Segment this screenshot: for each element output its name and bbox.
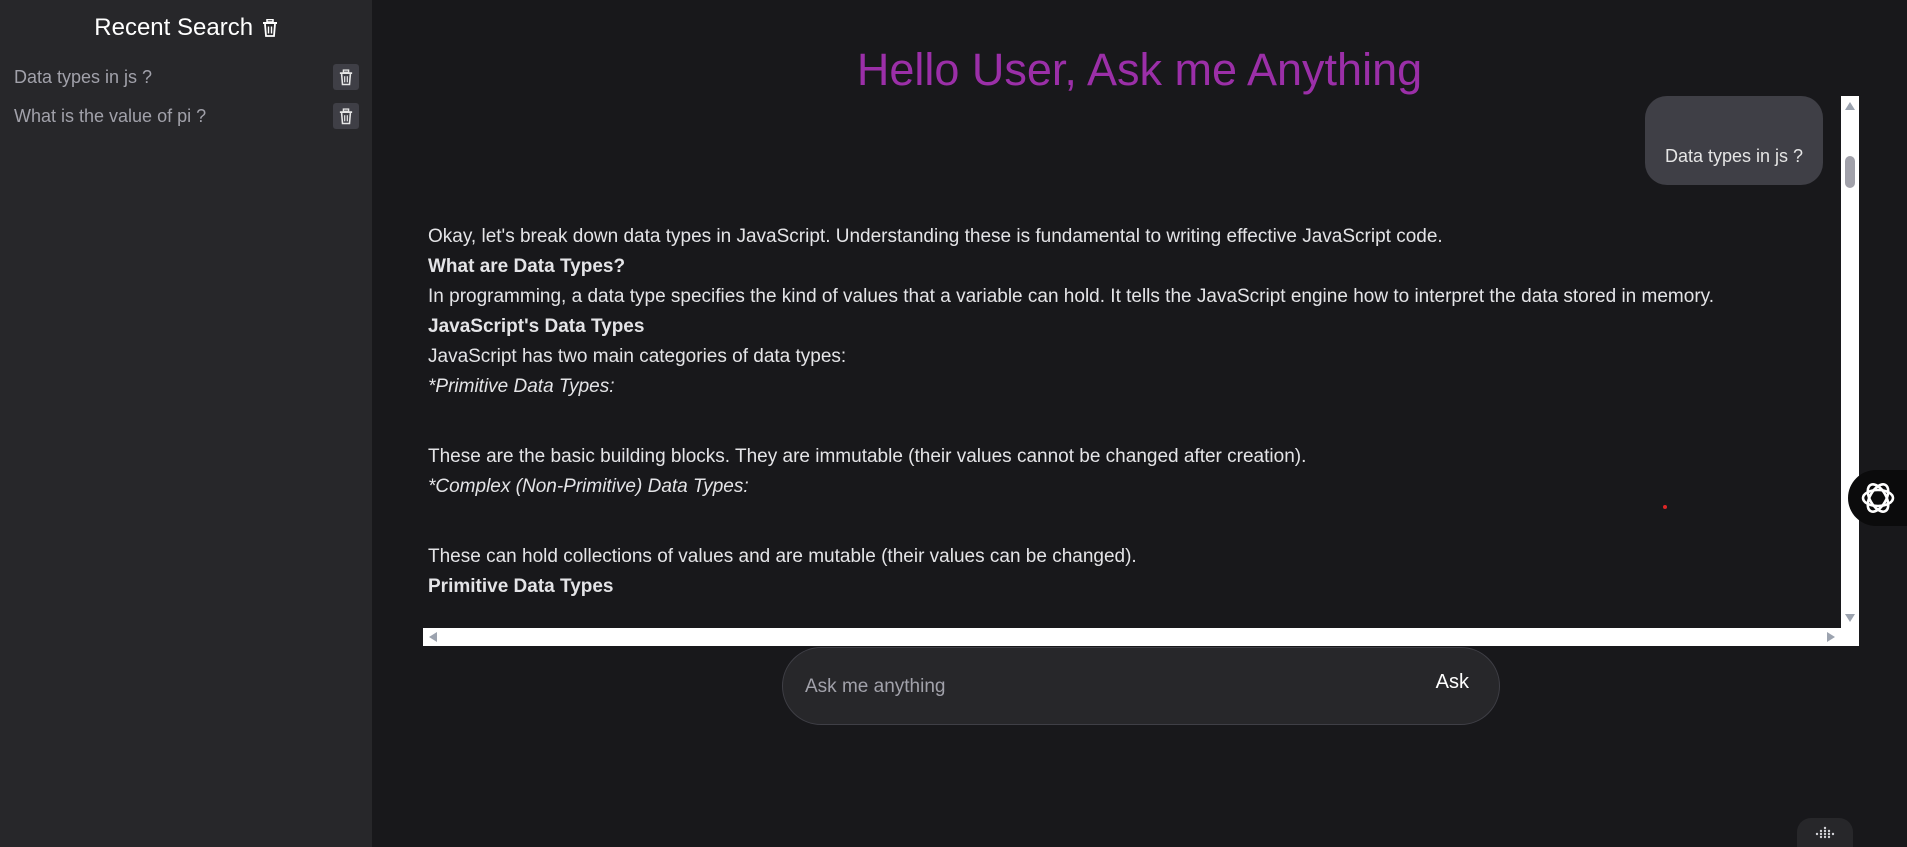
history-item-label[interactable]: What is the value of pi ? — [14, 106, 206, 127]
page-title: Hello User, Ask me Anything — [856, 44, 1423, 95]
delete-history-button[interactable] — [333, 103, 359, 129]
cursor-dot — [1663, 505, 1667, 509]
scroll-down-arrow-icon[interactable] — [1845, 614, 1855, 622]
sidebar-header: Recent Search — [0, 14, 372, 44]
openai-logo-icon — [1861, 483, 1895, 513]
horizontal-scrollbar[interactable] — [423, 628, 1859, 646]
response-paragraph: In programming, a data type specifies th… — [428, 286, 1715, 307]
trash-icon — [339, 107, 353, 124]
scrollbar-thumb[interactable] — [1845, 156, 1855, 188]
scroll-up-arrow-icon[interactable] — [1845, 102, 1855, 110]
ai-assistant-button[interactable] — [1848, 470, 1907, 526]
response-subheading: *Primitive Data Types: — [428, 376, 615, 397]
chat-content: Data types in js ? Okay, let's break dow… — [423, 96, 1841, 628]
sidebar: Recent Search Data types in js ? What is… — [0, 0, 372, 847]
user-message-text: Data types in js ? — [1664, 146, 1804, 166]
response-paragraph: These can hold collections of values and… — [428, 546, 1137, 567]
ai-response: Okay, let's break down data types in Jav… — [428, 222, 1838, 602]
response-paragraph: JavaScript has two main categories of da… — [428, 346, 847, 367]
user-message-bubble: Data types in js ? — [1645, 96, 1823, 185]
response-paragraph: These are the basic building blocks. The… — [428, 446, 1307, 467]
scroll-left-arrow-icon[interactable] — [429, 632, 437, 642]
corner-widget-button[interactable] — [1797, 818, 1853, 847]
ask-button[interactable]: Ask — [1430, 670, 1475, 695]
chat-window: Data types in js ? Okay, let's break dow… — [423, 96, 1859, 646]
response-heading: What are Data Types? — [428, 256, 626, 277]
app-root: Recent Search Data types in js ? What is… — [0, 0, 1907, 847]
clear-all-trash-icon[interactable] — [262, 16, 278, 44]
response-heading: JavaScript's Data Types — [428, 316, 645, 337]
response-heading: Primitive Data Types — [428, 576, 614, 597]
response-subheading: *Complex (Non-Primitive) Data Types: — [428, 476, 749, 497]
vertical-scrollbar[interactable] — [1841, 96, 1859, 628]
sidebar-title: Recent Search — [94, 14, 254, 41]
history-item[interactable]: What is the value of pi ? — [14, 101, 359, 131]
scroll-right-arrow-icon[interactable] — [1827, 632, 1835, 642]
ask-bar: Ask — [782, 647, 1500, 725]
history-item-label[interactable]: Data types in js ? — [14, 67, 152, 88]
response-intro: Okay, let's break down data types in Jav… — [428, 226, 1443, 247]
ask-input[interactable] — [803, 668, 1367, 706]
trash-icon — [339, 68, 353, 85]
history-item[interactable]: Data types in js ? — [14, 62, 359, 92]
dots-grid-icon — [1815, 826, 1835, 838]
delete-history-button[interactable] — [333, 64, 359, 90]
